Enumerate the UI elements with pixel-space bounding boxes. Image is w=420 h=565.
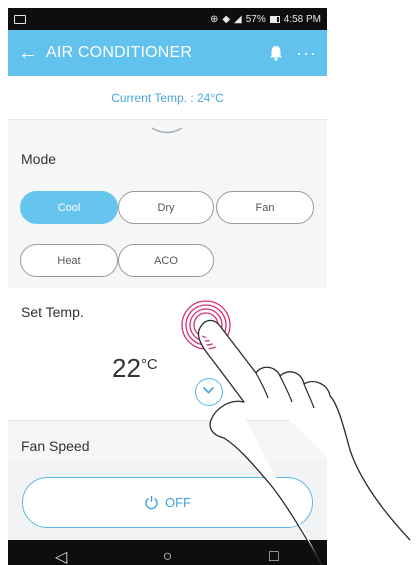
power-icon	[145, 496, 158, 510]
set-temp-unit: °C	[140, 356, 158, 373]
current-temperature: Current Temp. : 24°C	[8, 76, 327, 120]
mode-option-fan[interactable]: Fan	[216, 191, 314, 224]
fan-speed-label: Fan Speed	[21, 438, 90, 454]
set-temp-value: 22°C	[112, 353, 158, 384]
page-title: AIR CONDITIONER	[46, 44, 193, 61]
mode-option-heat[interactable]: Heat	[20, 244, 118, 277]
power-label: OFF	[165, 495, 191, 510]
alarm-icon: ⊕	[209, 13, 219, 25]
signal-icon: ◢	[234, 13, 242, 25]
set-temp-number: 22	[112, 353, 141, 383]
nav-recent-icon[interactable]: □	[254, 548, 294, 565]
clock: 4:58 PM	[283, 13, 321, 25]
mode-option-dry[interactable]: Dry	[118, 191, 214, 224]
power-off-button[interactable]: OFF	[22, 477, 313, 528]
mode-option-cool[interactable]: Cool	[20, 191, 118, 224]
nav-home-icon[interactable]: ○	[147, 548, 187, 565]
battery-percent: 57%	[245, 13, 266, 25]
collapse-handle-icon[interactable]	[150, 126, 184, 138]
phone-screen: ⊕ ◆ ◢ 57% 4:58 PM ← AIR CONDITIONER ··· …	[8, 8, 327, 565]
app-bar: ← AIR CONDITIONER ···	[8, 30, 327, 76]
divider	[8, 420, 327, 421]
status-icons: ⊕ ◆ ◢ 57% 4:58 PM	[210, 14, 321, 25]
set-temp-label: Set Temp.	[21, 304, 84, 320]
mode-label: Mode	[21, 151, 57, 167]
mode-option-aco[interactable]: ACO	[118, 244, 214, 277]
temp-down-button[interactable]	[195, 378, 223, 406]
bell-icon[interactable]	[263, 45, 289, 61]
status-bar: ⊕ ◆ ◢ 57% 4:58 PM	[8, 8, 327, 30]
battery-icon	[269, 15, 280, 23]
nav-back-icon[interactable]: ◁	[41, 547, 81, 565]
back-arrow-icon[interactable]: ←	[18, 42, 46, 65]
chevron-down-icon	[202, 386, 215, 394]
wifi-icon: ◆	[222, 13, 231, 25]
more-options-icon[interactable]: ···	[289, 43, 317, 64]
notification-icon	[14, 14, 26, 24]
system-nav-bar: ◁ ○ □	[8, 540, 327, 565]
